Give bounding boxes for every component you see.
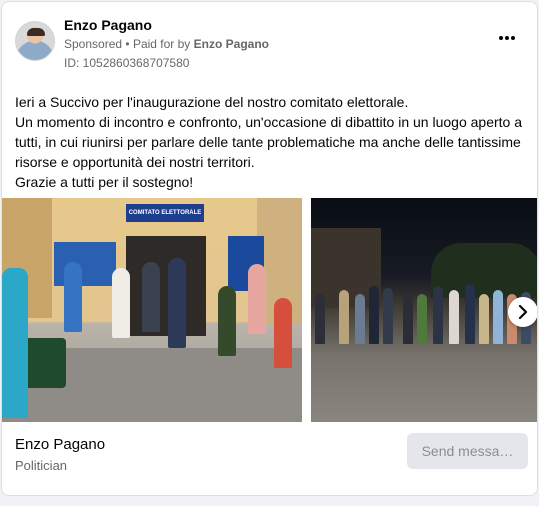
post-header: Enzo Pagano Sponsored • Paid for by Enzo… [2,2,537,82]
crowd [311,282,537,344]
person [383,288,393,344]
person [465,284,475,344]
avatar[interactable] [15,21,55,61]
person [433,286,443,344]
person [355,294,365,344]
carousel-image-2[interactable] [311,198,537,422]
more-options-button[interactable] [497,32,517,42]
person [339,290,349,344]
chevron-right-icon [518,305,528,319]
footer-page-name[interactable]: Enzo Pagano [15,436,105,453]
person [248,264,266,334]
person [493,290,503,344]
person [64,262,82,332]
more-horizontal-icon [499,36,515,40]
person [218,286,236,356]
paid-for-prefix: Paid for by [132,37,191,51]
ad-card: Enzo Pagano Sponsored • Paid for by Enzo… [1,1,538,496]
image-carousel[interactable]: COMITATO ELETTORALE [2,198,537,422]
footer-page-category: Politician [15,458,68,473]
office-sign: COMITATO ELETTORALE [126,204,204,222]
separator-dot: • [125,37,130,51]
person [2,268,28,418]
post-text-line: Un momento di incontro e confronto, un'o… [15,114,522,170]
paid-for-name: Enzo Pagano [193,37,269,51]
sponsored-label: Sponsored [64,37,123,51]
post-text-line: Grazie a tutti per il sostegno! [15,174,194,190]
author-name[interactable]: Enzo Pagano [64,17,152,33]
person [449,290,459,344]
person [274,298,292,368]
person [142,262,160,332]
carousel-image-1[interactable]: COMITATO ELETTORALE [2,198,302,422]
person [369,286,379,344]
person [315,294,325,344]
person [403,292,413,344]
send-message-button[interactable]: Send messa… [407,433,528,469]
sponsored-line: Sponsored • Paid for by Enzo Pagano [64,37,269,51]
person [168,258,186,348]
person [417,294,427,344]
post-text-line: Ieri a Succivo per l'inaugurazione del n… [15,94,409,110]
ad-id: ID: 1052860368707580 [64,56,190,70]
person [479,294,489,344]
carousel-next-button[interactable] [508,297,537,327]
office-door [126,236,206,336]
person [112,268,130,338]
post-text: Ieri a Succivo per l'inaugurazione del n… [15,92,530,192]
